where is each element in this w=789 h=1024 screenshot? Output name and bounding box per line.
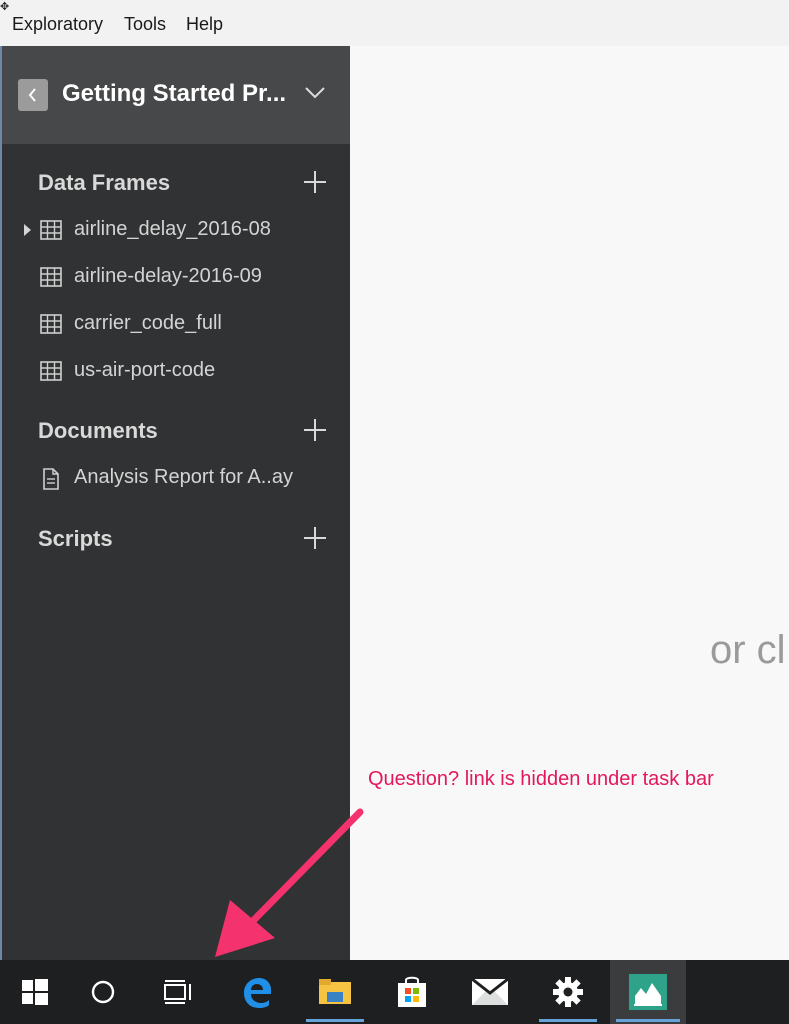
- back-button[interactable]: [18, 79, 48, 111]
- chevron-down-icon[interactable]: [304, 86, 326, 100]
- sidebar-item-label: Analysis Report for A..ay: [74, 466, 293, 488]
- section-title-data-frames: Data Frames: [38, 170, 171, 195]
- cursor-icon: ✥: [0, 1, 10, 13]
- sidebar-item-data-frame[interactable]: carrier_code_full: [2, 304, 350, 344]
- sidebar-item-data-frame[interactable]: airline_delay_2016-08: [2, 210, 350, 250]
- section-title-documents: Documents: [38, 418, 158, 443]
- main-hint-text: or cl: [710, 628, 786, 672]
- sidebar-item-label: carrier_code_full: [74, 312, 222, 334]
- table-icon: [40, 267, 62, 287]
- store-icon[interactable]: [377, 960, 447, 1024]
- mail-icon[interactable]: [455, 960, 525, 1024]
- annotation-arrow-icon: [215, 808, 364, 957]
- project-header: Getting Started Pr...: [2, 46, 350, 144]
- cortana-icon[interactable]: [68, 960, 138, 1024]
- add-document-button[interactable]: [304, 419, 326, 441]
- menu-tools[interactable]: Tools: [124, 14, 166, 35]
- active-indicator: [539, 1019, 597, 1022]
- sidebar-item-label: airline_delay_2016-08: [74, 218, 271, 240]
- chevron-left-icon: [28, 88, 36, 102]
- sidebar-item-label: airline-delay-2016-09: [74, 265, 262, 287]
- annotation-text: Question? link is hidden under task bar: [368, 768, 714, 790]
- settings-icon[interactable]: [533, 960, 603, 1024]
- menu-exploratory[interactable]: Exploratory: [12, 14, 103, 35]
- sidebar-item-document[interactable]: Analysis Report for A..ay: [2, 458, 350, 498]
- file-explorer-icon[interactable]: [300, 960, 370, 1024]
- windows-start-icon[interactable]: [0, 960, 70, 1024]
- active-indicator: [616, 1019, 680, 1022]
- main-content: or cl Question? link is hidden under tas…: [350, 46, 789, 960]
- table-icon: [40, 314, 62, 334]
- document-icon: [43, 468, 59, 490]
- table-icon: [40, 361, 62, 381]
- task-view-icon[interactable]: [143, 960, 213, 1024]
- edge-icon[interactable]: [222, 960, 292, 1024]
- add-script-button[interactable]: [304, 527, 326, 549]
- menu-help[interactable]: Help: [186, 14, 223, 35]
- exploratory-app-icon[interactable]: [610, 960, 686, 1024]
- sidebar-item-data-frame[interactable]: airline-delay-2016-09: [2, 257, 350, 297]
- menu-bar: ✥ Exploratory Tools Help: [0, 0, 789, 46]
- sidebar-item-label: us-air-port-code: [74, 359, 216, 381]
- sidebar-item-data-frame[interactable]: us-air-port-code: [2, 351, 350, 391]
- expand-triangle-icon[interactable]: [24, 224, 31, 236]
- project-title[interactable]: Getting Started Pr...: [62, 80, 302, 108]
- section-title-scripts: Scripts: [38, 526, 113, 551]
- add-data-frame-button[interactable]: [304, 171, 326, 193]
- taskbar: [0, 960, 789, 1024]
- table-icon: [40, 220, 62, 240]
- active-indicator: [306, 1019, 364, 1022]
